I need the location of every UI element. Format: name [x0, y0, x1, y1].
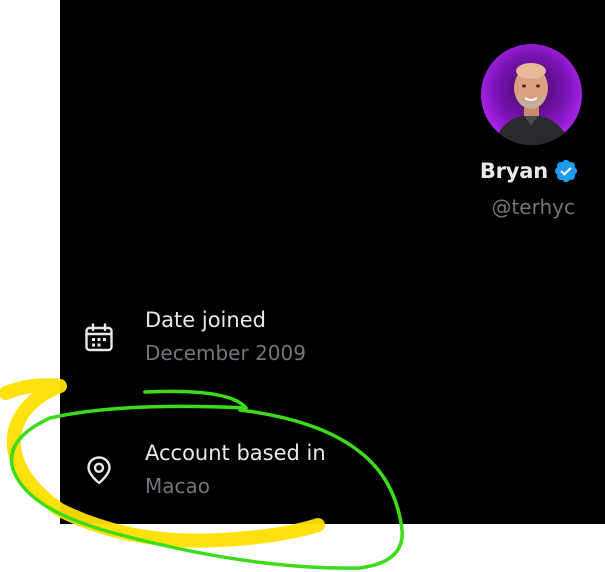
avatar[interactable]: [481, 44, 582, 145]
avatar-image: [481, 44, 582, 145]
verified-badge-icon: [553, 158, 579, 184]
calendar-icon: [84, 323, 114, 353]
about-account-panel: Bryan @terhyc Date joined December 2009 …: [60, 0, 605, 524]
account-based-in-label: Account based in: [145, 441, 326, 465]
location-pin-icon: [84, 455, 114, 485]
profile-name-row: Bryan: [480, 158, 579, 184]
screenshot: Bryan @terhyc Date joined December 2009 …: [0, 0, 605, 572]
date-joined-label: Date joined: [145, 308, 266, 332]
profile-name[interactable]: Bryan: [480, 159, 548, 183]
date-joined-value: December 2009: [145, 341, 306, 365]
account-location-row: Account based in Macao: [60, 436, 605, 506]
date-joined-row: Date joined December 2009: [60, 303, 605, 373]
profile-handle[interactable]: @terhyc: [491, 195, 575, 219]
account-based-in-value: Macao: [145, 474, 210, 498]
